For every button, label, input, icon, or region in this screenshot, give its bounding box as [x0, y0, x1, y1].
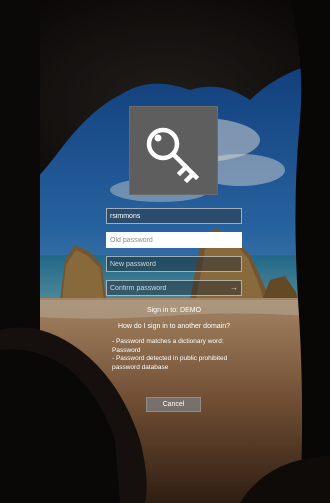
- sign-in-panel: → Sign in to: DEMO How do I sign in to a…: [0, 0, 330, 503]
- key-icon: [146, 127, 200, 184]
- error-line: Password: [112, 346, 141, 354]
- username-field[interactable]: [106, 208, 242, 224]
- arrow-right-icon[interactable]: →: [228, 282, 240, 294]
- old-password-field[interactable]: [106, 232, 242, 248]
- new-password-field[interactable]: [106, 256, 242, 272]
- error-line: - Password detected in public prohibited: [112, 355, 228, 362]
- sign-in-domain-label: Sign in to: DEMO: [146, 307, 202, 314]
- error-line: - Password matches a dictionary word:: [112, 338, 224, 345]
- lock-screen: → Sign in to: DEMO How do I sign in to a…: [0, 0, 330, 503]
- confirm-password-field[interactable]: [106, 280, 242, 296]
- error-line: password database: [112, 363, 169, 371]
- other-domain-link[interactable]: How do I sign in to another domain?: [92, 322, 256, 331]
- cancel-button[interactable]: Cancel: [146, 397, 201, 412]
- password-error-message: - Password matches a dictionary word: Pa…: [112, 338, 262, 372]
- user-tile: [129, 106, 218, 195]
